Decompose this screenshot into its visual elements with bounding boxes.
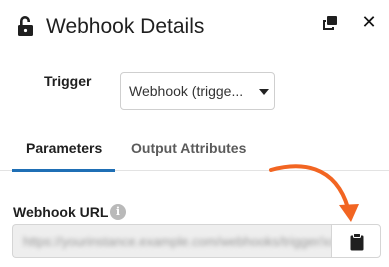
webhook-url-value: https://yourinstance.example.com/webhook… xyxy=(23,234,332,249)
info-icon[interactable]: i xyxy=(110,204,126,220)
panel-title: Webhook Details xyxy=(46,15,205,38)
trigger-select-value: Webhook (trigge... xyxy=(129,83,244,99)
trigger-label: Trigger xyxy=(44,73,92,89)
webhook-url-label: Webhook URL xyxy=(13,204,109,220)
popout-icon[interactable] xyxy=(322,15,338,31)
tab-parameters[interactable]: Parameters xyxy=(26,140,102,156)
clipboard-icon xyxy=(350,233,364,251)
trigger-select[interactable]: Webhook (trigge... xyxy=(120,72,275,110)
annotation-arrow xyxy=(269,164,359,222)
tab-output-attributes[interactable]: Output Attributes xyxy=(131,140,246,156)
active-tab-indicator xyxy=(12,169,115,172)
unlock-icon xyxy=(18,16,33,36)
chevron-down-icon xyxy=(259,89,269,95)
panel-header: Webhook Details ✕ xyxy=(0,0,389,56)
close-icon[interactable]: ✕ xyxy=(360,12,378,32)
